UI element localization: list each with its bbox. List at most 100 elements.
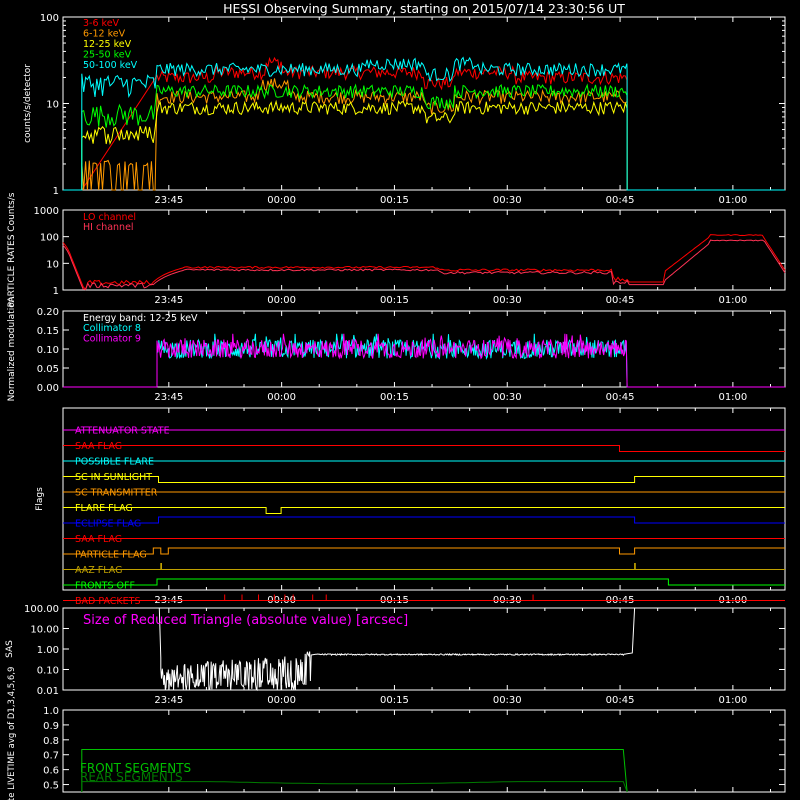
flag-label: AAZ FLAG	[75, 565, 122, 576]
y-tick-label: 0.05	[37, 364, 59, 375]
y-tick-label: 0.20	[37, 307, 59, 318]
observing-summary-figure: HESSI Observing Summary, starting on 201…	[5, 1, 786, 800]
flag-label: ECLIPSE FLAG	[75, 519, 141, 530]
y-tick-label: 0.9	[43, 721, 59, 732]
y-tick-label: 0.5	[43, 781, 59, 792]
y-tick-label: 10.00	[30, 625, 59, 636]
sas-panel: 23:45 00:00 00:15 00:30 00:45 01:00 0.01 0.10 1.…	[5, 604, 786, 706]
figure-title: HESSI Observing Summary, starting on 201…	[223, 1, 625, 16]
y-tick-label: 100	[40, 233, 59, 244]
time-tick-label: 00:15	[380, 695, 409, 706]
time-tick-label: 00:45	[606, 392, 635, 403]
flag-label: BAD PACKETS	[75, 596, 141, 607]
modulation-panel: 23:45 00:00 00:15 00:30 00:45 01:00 0.00 0.05 0.…	[7, 297, 786, 403]
y-tick-label: 1	[53, 186, 59, 197]
counts-panel: 23:45 00:00 00:15 00:30 00:45 01:00 1 10 100 coun…	[23, 13, 786, 206]
y-axis-label: SAS	[5, 640, 15, 658]
time-tick-label: 00:15	[380, 392, 409, 403]
legend-entry: HI channel	[83, 222, 134, 233]
legend-entry: 12-25 keV	[83, 39, 132, 50]
time-tick-label: 00:15	[380, 195, 409, 206]
time-tick-label: 00:00	[267, 295, 296, 306]
y-axis-label: Normalized modulation	[7, 297, 17, 402]
flag-trace-1	[63, 445, 785, 452]
series-line-4	[63, 56, 785, 191]
y-axis-label: PARTICLE RATES Counts/s	[7, 192, 17, 307]
y-tick-label: 0.7	[43, 751, 59, 762]
time-tick-label: 00:00	[267, 195, 296, 206]
time-tick-label: 00:30	[493, 295, 522, 306]
livetime-panel: 0.5 0.6 0.7 0.8 0.9 1.0 Mon. Rate LIVETIME avg…	[7, 667, 786, 800]
flag-label: ATTENUATOR STATE	[75, 426, 170, 437]
series-line-0	[63, 56, 785, 191]
flag-label: SAA FLAG	[75, 534, 122, 545]
time-tick-label: 23:45	[154, 392, 183, 403]
y-tick-label: 1.00	[37, 645, 59, 656]
y-tick-label: 0.10	[37, 345, 59, 356]
series-line-1	[63, 78, 785, 191]
y-tick-label: 1	[53, 286, 59, 297]
time-tick-label: 00:00	[267, 392, 296, 403]
time-tick-label: 01:00	[718, 392, 747, 403]
panels: 23:45 00:00 00:15 00:30 00:45 01:00 1 10 100 coun…	[5, 13, 786, 800]
time-tick-label: 00:45	[606, 195, 635, 206]
flag-label: SC TRANSMITTER	[75, 488, 158, 499]
flag-trace-10	[63, 578, 785, 586]
flag-label: PARTICLE FLAG	[75, 550, 147, 561]
flag-label: SC IN SUNLIGHT	[75, 472, 152, 483]
y-axis-label: Flags	[35, 487, 45, 511]
time-tick-label: 23:45	[154, 295, 183, 306]
legend-entry: 6-12 keV	[83, 29, 126, 40]
legend-entry: Collimator 9	[83, 334, 141, 345]
legend-entry: 50-100 keV	[83, 60, 138, 71]
legend-entry: Collimator 8	[83, 323, 141, 334]
flag-label: SAA FLAG	[75, 441, 122, 452]
flag-label: FLARE FLAG	[75, 503, 133, 514]
flag-label: POSSIBLE FLARE	[75, 457, 154, 468]
legend-entry: REAR SEGMENTS	[80, 770, 183, 784]
panel-frame	[62, 209, 786, 291]
flag-trace-5	[63, 507, 785, 514]
time-tick-label: 00:15	[380, 295, 409, 306]
y-tick-label: 0.10	[37, 666, 59, 677]
y-tick-label: 0.6	[43, 766, 59, 777]
time-tick-label: 00:30	[493, 195, 522, 206]
y-tick-label: 1.0	[43, 706, 59, 717]
flags-panel: 23:45 00:00 00:15 00:30 00:45 01:00FlagsATTEN…	[35, 407, 786, 607]
time-tick-label: 01:00	[718, 295, 747, 306]
y-tick-label: 0.01	[37, 686, 59, 697]
time-tick-label: 00:00	[267, 695, 296, 706]
flag-label: FRONTS OFF	[75, 581, 135, 592]
y-tick-label: 0.00	[37, 383, 59, 394]
flag-trace-8	[63, 547, 785, 555]
time-tick-label: 23:45	[154, 695, 183, 706]
particle-rates-panel: 23:45 00:00 00:15 00:30 00:45 01:00 1 10 100 1000…	[7, 192, 786, 307]
series-line-0	[63, 333, 785, 388]
flag-trace-3	[63, 476, 785, 483]
time-tick-label: 00:45	[606, 295, 635, 306]
panel-frame	[62, 407, 786, 591]
flag-trace-9	[63, 563, 785, 570]
y-tick-label: 1000	[34, 206, 59, 217]
y-axis-label: Mon. Rate LIVETIME avg of D1,3,4,5,6,9	[7, 667, 17, 800]
y-tick-label: 0.8	[43, 736, 59, 747]
y-tick-label: 100.00	[24, 604, 59, 615]
y-tick-label: 10	[46, 100, 59, 111]
time-tick-label: 00:45	[606, 695, 635, 706]
time-tick-label: 01:00	[718, 195, 747, 206]
y-tick-label: 10	[46, 259, 59, 270]
series-line-1	[63, 333, 785, 388]
time-tick-label: 01:00	[718, 695, 747, 706]
y-tick-label: 100	[40, 13, 59, 24]
y-tick-label: 0.15	[37, 326, 59, 337]
series-line-2	[63, 99, 785, 191]
series-line-lo	[62, 234, 786, 291]
panel-annotation: Energy band: 12-25 keV	[83, 313, 198, 324]
time-tick-label: 00:30	[493, 392, 522, 403]
panel-annotation: Size of Reduced Triangle (absolute value…	[83, 613, 408, 628]
legend-entry: 25-50 keV	[83, 50, 132, 61]
flag-trace-6	[63, 516, 785, 524]
legend-entry: 3-6 keV	[83, 18, 120, 29]
time-tick-label: 00:30	[493, 695, 522, 706]
time-tick-label: 23:45	[154, 195, 183, 206]
